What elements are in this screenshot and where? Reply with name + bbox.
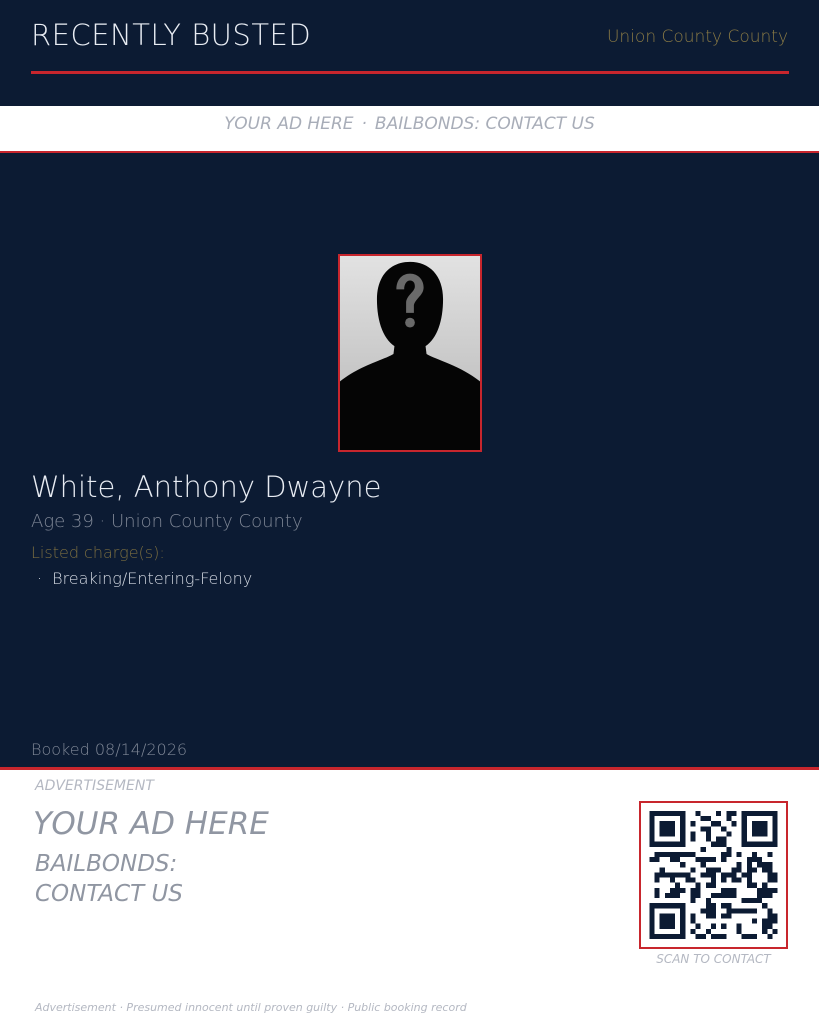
ad-headline[interactable]: YOUR AD HERE [33, 806, 269, 842]
header-divider [31, 71, 789, 74]
advertisement-panel: ADVERTISEMENT YOUR AD HERE BAILBONDS: CO… [0, 767, 819, 1024]
top-ad-banner[interactable]: YOUR AD HERE · BAILBONDS: CONTACT US [0, 106, 819, 151]
charge-list: · Breaking/Entering-Felony [37, 569, 252, 588]
charge-item: · Breaking/Entering-Felony [37, 569, 252, 588]
ad-line-contact: CONTACT US [35, 881, 183, 907]
header-county: Union County County [606, 27, 788, 47]
mugshot-placeholder-icon [338, 254, 482, 452]
charge-text: Breaking/Entering-Felony [52, 569, 253, 588]
booking-card: White, Anthony Dwayne Age 39 · Union Cou… [0, 151, 819, 767]
ad-line-bailbonds: BAILBONDS: [35, 851, 178, 877]
inmate-name: White, Anthony Dwayne [31, 470, 382, 504]
qr-code-icon[interactable] [639, 801, 788, 949]
site-brand[interactable]: RECENTLY BUSTED [31, 18, 311, 52]
ad-strip-separator: · [361, 114, 367, 134]
footer-disclaimer: Advertisement · Presumed innocent until … [35, 1001, 467, 1014]
header-bar: RECENTLY BUSTED Union County County [0, 0, 819, 106]
bullet-icon: · [37, 569, 43, 588]
charges-label: Listed charge(s): [31, 543, 165, 562]
qr-caption: SCAN TO CONTACT [656, 952, 771, 966]
booking-date: Booked 08/14/2026 [31, 740, 188, 759]
advertisement-tag: ADVERTISEMENT [35, 778, 154, 794]
ad-strip-headline: YOUR AD HERE [224, 114, 354, 134]
ad-strip-contact: BAILBONDS: CONTACT US [374, 114, 595, 134]
inmate-age-county: Age 39 · Union County County [31, 511, 303, 532]
